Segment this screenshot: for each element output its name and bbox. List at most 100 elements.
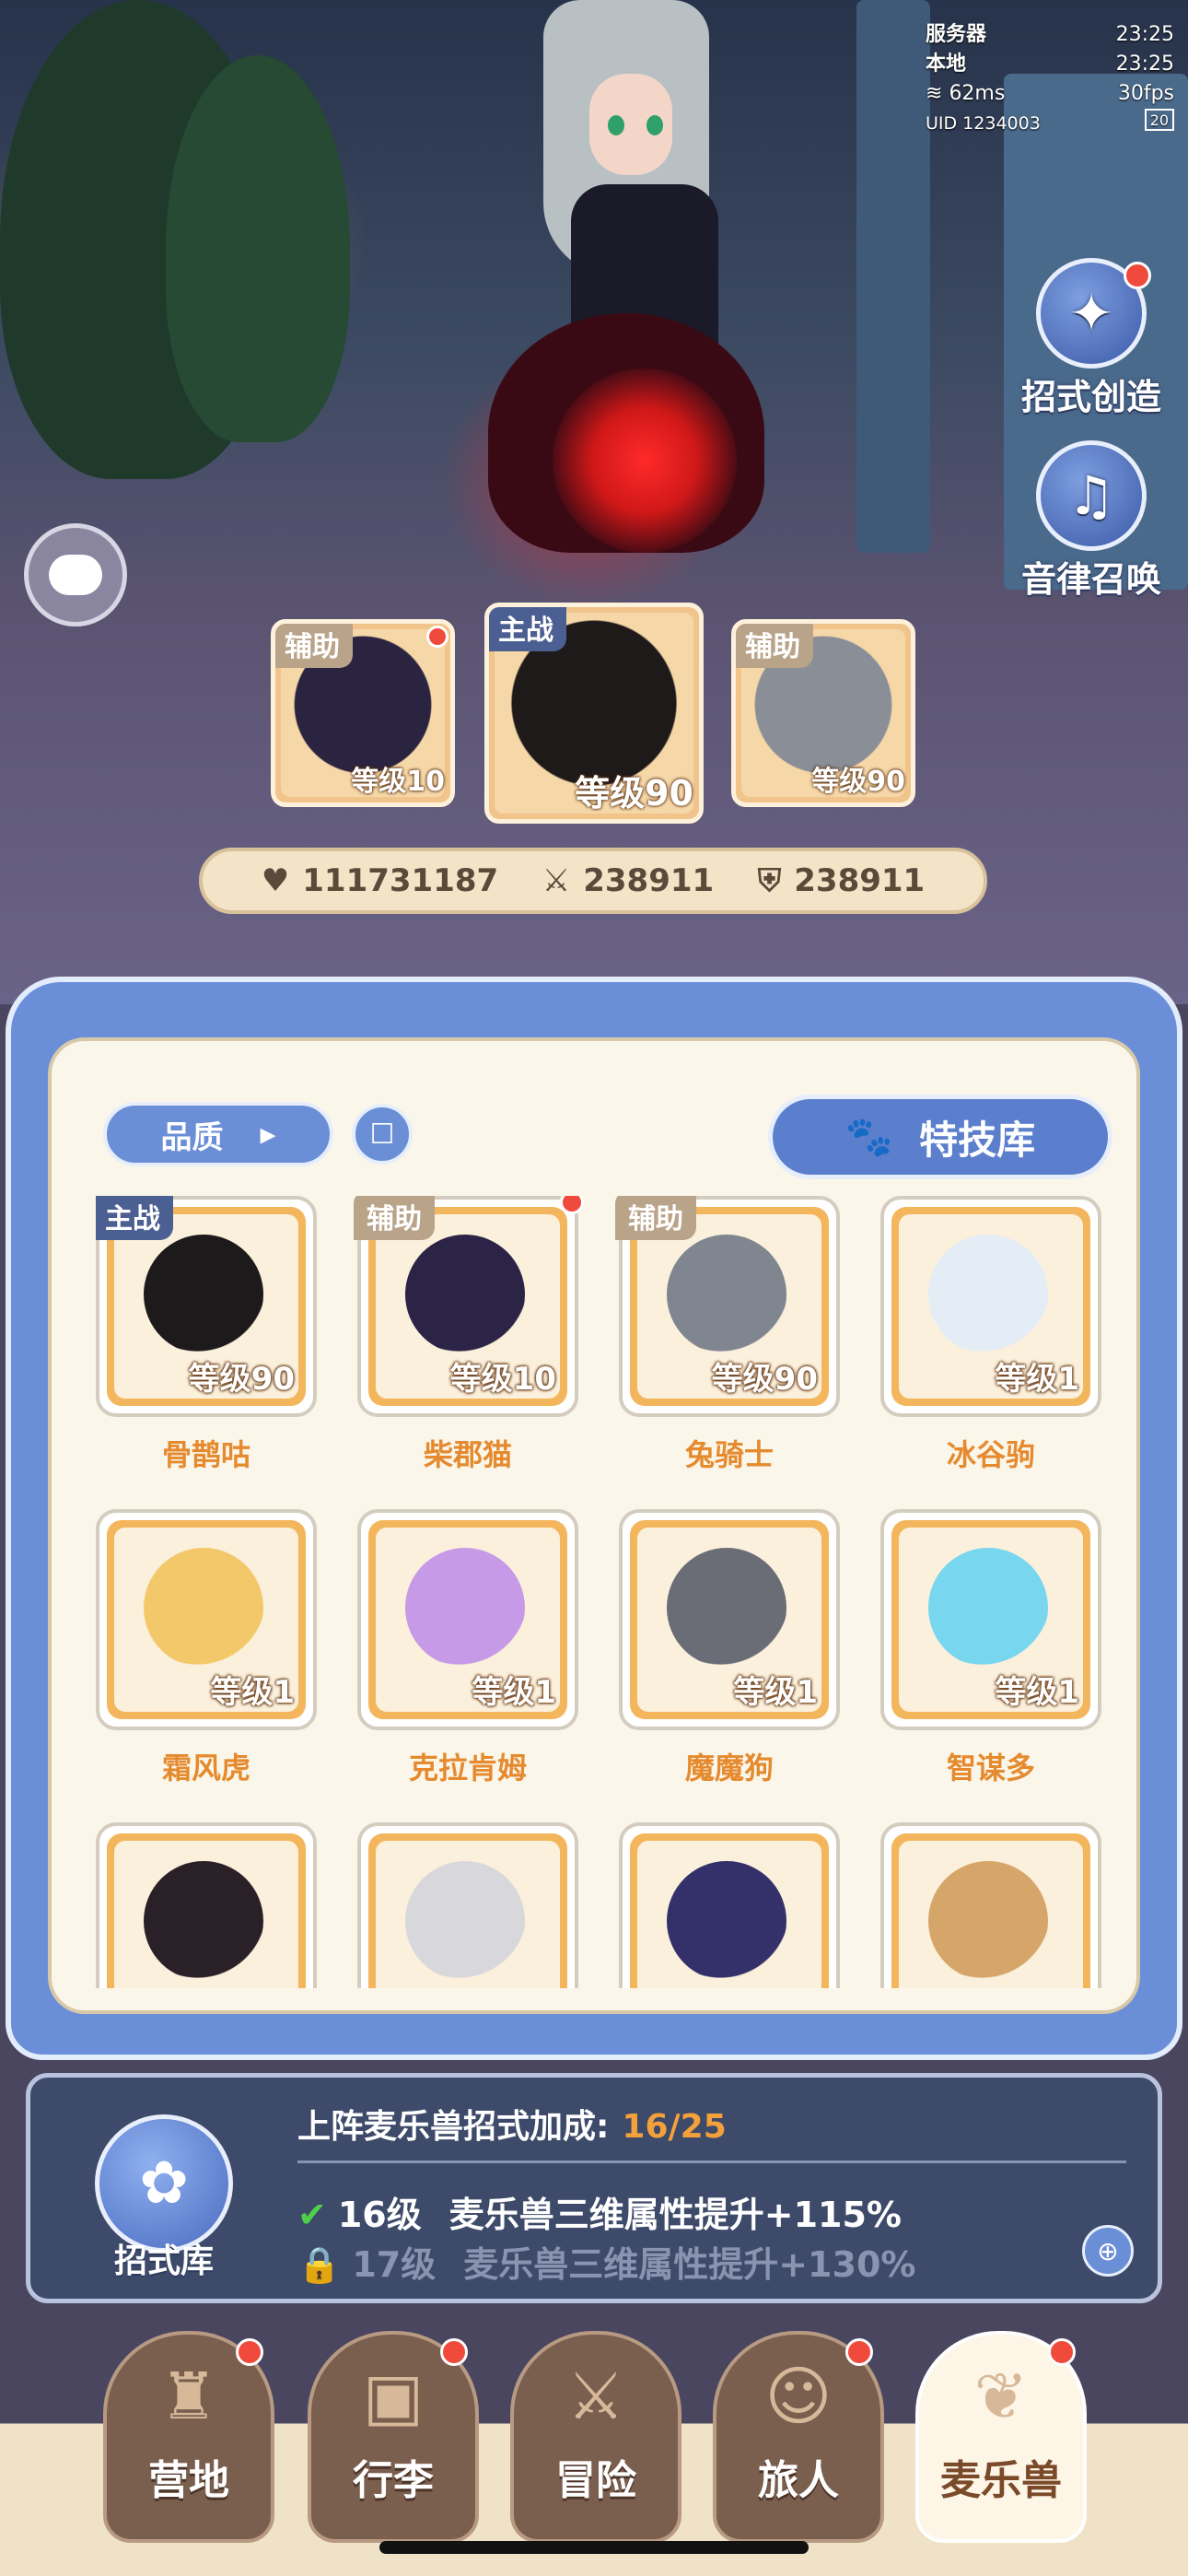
melody-summon-label: 音律召唤	[1020, 559, 1161, 600]
pet-portrait	[667, 1235, 786, 1354]
check-icon: ✔	[297, 2195, 327, 2235]
bonus-tier-unlocked: ✔ 16级 麦乐兽三维属性提升+115%	[297, 2186, 902, 2237]
nav-tab[interactable]: ❦ 麦乐兽	[915, 2331, 1087, 2543]
pet-portrait	[405, 1548, 525, 1668]
server-label: 服务器	[926, 23, 987, 46]
pet-frame	[619, 1822, 840, 1988]
pet-card[interactable]: 等级1 冰谷驹	[880, 1196, 1101, 1500]
nav-tab-label: 冒险	[555, 2457, 636, 2504]
battery-badge: 20	[1144, 109, 1174, 131]
nav-tab[interactable]: ⚔ 冒险	[510, 2331, 681, 2543]
shield-icon: ⛨	[757, 862, 782, 899]
role-tag: 辅助	[354, 1196, 435, 1240]
divider	[297, 2160, 1126, 2163]
special-skill-library-button[interactable]: 🐾 特技库	[768, 1095, 1112, 1179]
pet-card[interactable]: 等级10 辅助 柴郡猫	[354, 1196, 584, 1500]
player-character[interactable]	[433, 0, 783, 645]
pet-portrait	[928, 1548, 1048, 1668]
chevron-right-icon: ▸	[260, 1116, 276, 1153]
defense-value: 238911	[794, 862, 926, 899]
crossed-swords-icon: ⚔	[542, 862, 571, 899]
pet-frame: 等级1	[880, 1509, 1101, 1730]
bottom-navigation: ♜ 营地 ▣ 行李 ⚔ 冒险 ☺ 旅人 ❦ 麦乐兽	[0, 2322, 1188, 2576]
pet-level: 等级90	[575, 773, 693, 814]
nav-tab-label: 旅人	[758, 2457, 839, 2504]
pet-card[interactable]: 等级1 克拉肯姆	[357, 1509, 578, 1813]
paw-icon: 🐾	[844, 1114, 894, 1159]
pet-card[interactable]	[619, 1822, 840, 1988]
pet-name: 骨鹊咕	[161, 1437, 250, 1472]
tier-level: 17级	[352, 2244, 437, 2285]
nav-tab[interactable]: ☺ 旅人	[713, 2331, 884, 2543]
quality-filter-label: 品质	[160, 1118, 224, 1156]
pet-portrait	[928, 1235, 1048, 1354]
status-overlay: 服务器 23:25 本地 23:25 ≋ 62ms 30fps UID 1234003…	[926, 20, 1174, 149]
pet-frame	[880, 1822, 1101, 1988]
pet-card[interactable]: 等级90 辅助兔骑士	[615, 1196, 840, 1500]
pet-frame: 等级1	[619, 1509, 840, 1730]
role-tag: 辅助	[275, 624, 353, 668]
move-library-button[interactable]: ✿	[95, 2114, 233, 2253]
pet-name: 霜风虎	[161, 1751, 250, 1786]
pet-level: 等级1	[995, 1361, 1079, 1398]
traveler-icon: ☺	[764, 2359, 833, 2434]
pet-card[interactable]: 等级1 魔魔狗	[619, 1509, 840, 1813]
pet-card[interactable]	[357, 1822, 578, 1988]
home-indicator[interactable]	[379, 2541, 809, 2554]
pet-frame: 等级1	[357, 1509, 578, 1730]
move-library-label: 招式库	[113, 2242, 214, 2280]
notification-dot	[560, 1196, 584, 1214]
pet-card[interactable]: 等级1 霜风虎	[96, 1509, 317, 1813]
nav-tab[interactable]: ▣ 行李	[308, 2331, 479, 2543]
notification-dot	[1048, 2338, 1076, 2366]
pet-portrait	[144, 1861, 263, 1981]
pet-portrait	[667, 1861, 786, 1981]
team-slot-support-2[interactable]: 辅助 等级90	[731, 619, 915, 807]
pet-portrait	[405, 1235, 525, 1354]
tier-level: 16级	[337, 2195, 422, 2235]
zoom-icon[interactable]: ⊕	[1082, 2225, 1134, 2277]
pet-card[interactable]	[880, 1822, 1101, 1988]
bonus-tier-locked: 🔒 17级 麦乐兽三维属性提升+130%	[297, 2236, 915, 2287]
team-slot-support-1[interactable]: 辅助 等级10	[271, 619, 455, 807]
role-tag: 辅助	[615, 1196, 696, 1240]
pet-card[interactable]: 等级90 主战 骨鹊咕	[96, 1196, 317, 1500]
chat-bubble-icon	[49, 555, 102, 595]
pet-card[interactable]	[96, 1822, 317, 1988]
pet-portrait	[405, 1861, 525, 1981]
pet-frame	[96, 1822, 317, 1988]
uid-text: UID 1234003	[926, 113, 1041, 134]
role-tag: 主战	[489, 607, 566, 651]
move-creation-button[interactable]: ✦ 招式创造	[1004, 258, 1179, 419]
notification-dot	[440, 2338, 468, 2366]
paw-icon: ✿	[139, 2149, 189, 2218]
pet-level: 等级10	[351, 766, 445, 798]
nav-tab[interactable]: ♜ 营地	[103, 2331, 274, 2543]
melody-summon-button[interactable]: ♫ 音律召唤	[1004, 440, 1179, 602]
book-icon[interactable]: ☐	[352, 1104, 413, 1165]
role-tag: 辅助	[736, 624, 813, 668]
nav-tab-label: 营地	[148, 2457, 229, 2504]
pet-level: 等级90	[711, 1361, 818, 1398]
local-label: 本地	[926, 53, 967, 76]
fps-value: 30fps	[1117, 82, 1174, 105]
pet-portrait	[928, 1861, 1048, 1981]
bonus-title-text: 上阵麦乐兽招式加成:	[297, 2108, 610, 2146]
notification-dot	[845, 2338, 873, 2366]
role-tag: 主战	[96, 1196, 173, 1240]
pet-level: 等级1	[995, 1674, 1079, 1711]
swords-icon: ⚔	[566, 2359, 625, 2434]
pet-portrait	[667, 1548, 786, 1668]
lock-icon: 🔒	[297, 2244, 342, 2285]
hp-value: 111731187	[302, 862, 499, 899]
nav-tab-label: 行李	[353, 2457, 434, 2504]
chat-button[interactable]	[24, 523, 127, 626]
team-slot-main[interactable]: 主战 等级90	[484, 603, 704, 824]
quality-filter-button[interactable]: 品质 ▸	[103, 1102, 333, 1166]
pet-collection-panel: 品质 ▸ ☐ 🐾 特技库 等级90 主战骨鹊咕 等级10 辅助 柴郡猫 等级90 辅助兔骑士…	[6, 977, 1182, 2060]
server-time: 23:25	[1115, 23, 1174, 46]
pet-card[interactable]: 等级1 智谋多	[880, 1509, 1101, 1813]
pet-name: 兔骑士	[684, 1437, 774, 1472]
move-bonus-section: ✿ 招式库 上阵麦乐兽招式加成: 16/25 ✔ 16级 麦乐兽三维属性提升+115%…	[26, 2073, 1162, 2303]
heart-icon: ♥	[261, 862, 290, 899]
